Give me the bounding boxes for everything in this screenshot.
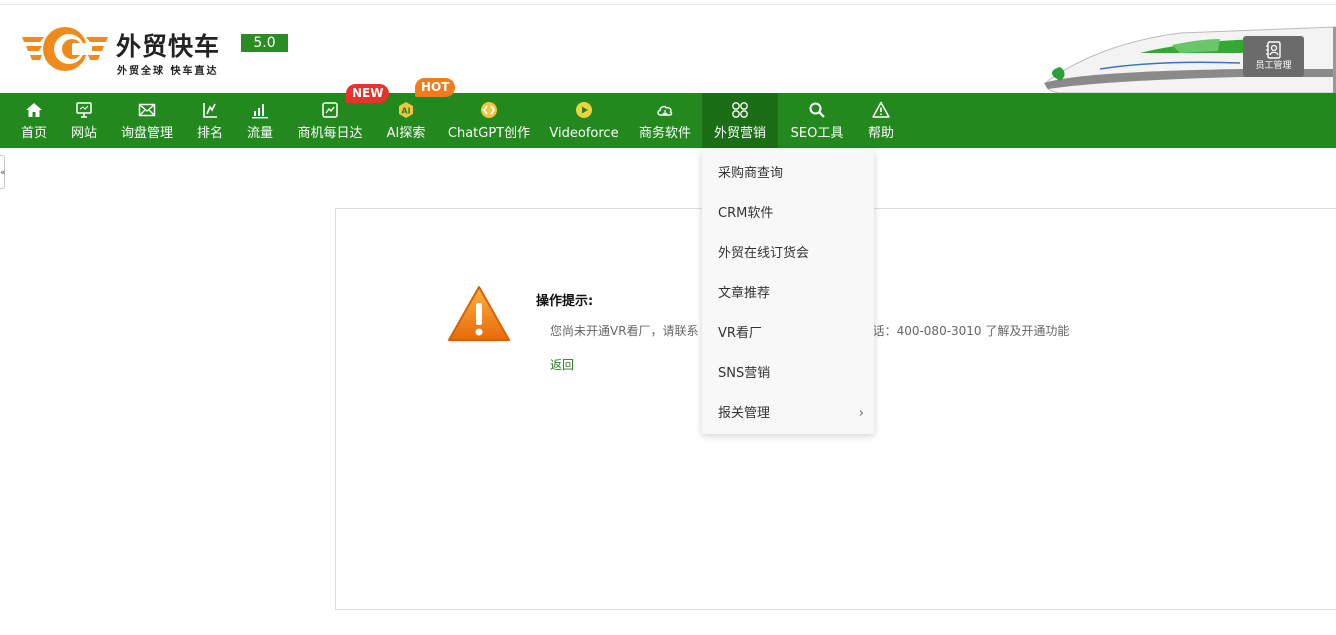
nav-label: 流量	[246, 126, 273, 141]
nav-item-website[interactable]: 网站	[64, 93, 104, 148]
warning-triangle-icon	[448, 286, 510, 341]
menu-item-buyer-search[interactable]: 采购商查询	[702, 154, 874, 194]
rank-icon	[203, 103, 217, 118]
nav-label: 商机每日达	[297, 126, 363, 141]
marketing-dropdown-menu: 采购商查询 CRM软件 外贸在线订货会 文章推荐 VR看厂 SNS营销 报关管理…	[702, 150, 874, 434]
nav-label: 网站	[70, 126, 97, 141]
nav-label: 外贸营销	[713, 126, 766, 141]
nav-label: SEO工具	[790, 126, 844, 141]
menu-item-online-fair[interactable]: 外贸在线订货会	[702, 234, 874, 274]
brand-name: 外贸快车	[116, 32, 221, 61]
notice-message-tail: 服电话：400-080-3010 了解及开通功能	[848, 324, 1070, 338]
nav-label: 排名	[196, 126, 223, 141]
nav-item-home[interactable]: 首页	[14, 93, 54, 148]
chatgpt-icon	[481, 102, 497, 118]
menu-item-sns-marketing[interactable]: SNS营销	[702, 354, 874, 394]
nav-label: AI探索	[386, 126, 426, 141]
collapse-icon: «	[0, 168, 6, 178]
nav-item-traffic[interactable]: 流量	[240, 93, 280, 148]
nav-label: 帮助	[867, 126, 894, 141]
nav-label: Videoforce	[549, 126, 619, 141]
new-badge: NEW	[346, 84, 390, 103]
nav-item-ranking[interactable]: 排名	[190, 93, 230, 148]
nav-item-help[interactable]: 帮助	[860, 93, 902, 148]
hot-badge: HOT	[415, 78, 456, 97]
chevron-right-icon: ›	[858, 406, 864, 421]
grid-circles-icon	[732, 102, 748, 118]
nav-label: 询盘管理	[120, 126, 173, 141]
menu-item-customs[interactable]: 报关管理 ›	[702, 394, 874, 434]
nav-item-seo-tools[interactable]: SEO工具	[784, 93, 850, 148]
nav-item-inquiry[interactable]: 询盘管理	[114, 93, 180, 148]
nav-item-chatgpt[interactable]: ChatGPT创作	[442, 93, 536, 148]
main-nav: 首页 网站 询盘管理 排名 流量 商机每日达 AI AI探索 ChatGPT创作…	[0, 93, 1336, 148]
staff-management-button[interactable]: 员工管理	[1243, 36, 1304, 77]
nav-item-foreign-trade-marketing[interactable]: 外贸营销	[702, 93, 778, 148]
brand-slogan: 外贸全球 快车直达	[117, 66, 219, 77]
video-icon	[576, 102, 592, 118]
sidebar-toggle[interactable]: «	[0, 155, 6, 189]
staff-icon	[1265, 41, 1281, 59]
menu-item-label: 报关管理	[718, 406, 771, 421]
menu-item-crm[interactable]: CRM软件	[702, 194, 874, 234]
version-badge: 5.0	[241, 34, 288, 52]
nav-item-videoforce[interactable]: Videoforce	[546, 93, 622, 148]
bar-chart-icon	[252, 104, 268, 119]
search-icon	[809, 102, 825, 118]
nav-label: ChatGPT创作	[447, 126, 531, 141]
nav-label: 首页	[20, 126, 47, 141]
menu-item-articles[interactable]: 文章推荐	[702, 274, 874, 314]
nav-item-ai-explore[interactable]: AI AI探索	[380, 93, 432, 148]
ai-icon: AI	[399, 102, 413, 118]
staff-button-label: 员工管理	[1255, 61, 1292, 71]
header: 外贸快车 5.0 外贸全球 快车直达 员工管理	[0, 5, 1336, 93]
svg-text:AI: AI	[401, 107, 410, 116]
notice-title: 操作提示:	[536, 294, 594, 309]
menu-item-vr-factory[interactable]: VR看厂	[702, 314, 874, 354]
notice-message-text: 您尚未开通VR看厂，请联系	[550, 324, 699, 338]
warning-icon	[872, 101, 890, 118]
back-link[interactable]: 返回	[550, 356, 574, 373]
mail-icon	[138, 103, 156, 117]
nav-label: 商务软件	[638, 126, 691, 141]
monitor-icon	[76, 102, 92, 118]
logo-icon	[22, 27, 108, 71]
home-icon	[26, 103, 42, 117]
trend-chart-icon	[322, 102, 338, 118]
nav-item-business-software[interactable]: 商务软件	[632, 93, 698, 148]
cloud-icon	[657, 105, 673, 116]
